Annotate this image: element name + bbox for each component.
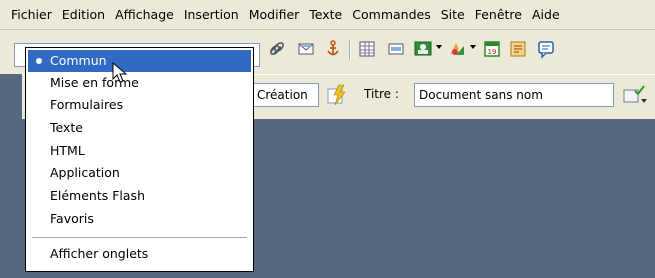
selected-bullet-icon bbox=[36, 58, 42, 64]
email-link-icon[interactable] bbox=[296, 39, 316, 59]
dropdown-item-mise-en-forme[interactable]: Mise en forme bbox=[28, 72, 251, 94]
toolbar-separator bbox=[349, 40, 351, 60]
workspace-left-strip bbox=[0, 74, 22, 278]
table-icon[interactable] bbox=[357, 39, 377, 59]
menu-commandes[interactable]: Commandes bbox=[347, 0, 435, 30]
menu-edition[interactable]: Edition bbox=[57, 0, 110, 30]
dropdown-item-afficher-onglets[interactable]: Afficher onglets bbox=[28, 243, 251, 265]
dropdown-item-texte[interactable]: Texte bbox=[28, 117, 251, 139]
menu-fenetre[interactable]: Fenêtre bbox=[470, 0, 527, 30]
image-dropdown-arrow[interactable] bbox=[436, 45, 442, 49]
mouse-pointer-icon bbox=[112, 62, 128, 83]
menu-insertion[interactable]: Insertion bbox=[179, 0, 244, 30]
dropdown-item-elements-flash[interactable]: Eléments Flash bbox=[28, 185, 251, 207]
refresh-design-icon[interactable] bbox=[325, 83, 349, 107]
dropdown-item-favoris[interactable]: Favoris bbox=[28, 208, 251, 230]
media-dropdown-arrow[interactable] bbox=[470, 45, 476, 49]
dropdown-item-formulaires[interactable]: Formulaires bbox=[28, 94, 251, 116]
date-icon[interactable]: 19 bbox=[482, 39, 502, 59]
menu-aide[interactable]: Aide bbox=[527, 0, 565, 30]
menu-site[interactable]: Site bbox=[436, 0, 470, 30]
media-icon[interactable] bbox=[447, 39, 467, 59]
menu-texte[interactable]: Texte bbox=[304, 0, 347, 30]
category-dropdown-list: Commun Mise en forme Formulaires Texte H… bbox=[25, 47, 254, 272]
design-view-button[interactable]: Création bbox=[251, 83, 319, 107]
document-title-input[interactable] bbox=[414, 83, 614, 107]
dropdown-item-commun[interactable]: Commun bbox=[28, 50, 251, 72]
hyperlink-icon[interactable] bbox=[267, 39, 287, 59]
comment-icon[interactable] bbox=[536, 39, 556, 59]
svg-text:19: 19 bbox=[488, 48, 497, 56]
dropdown-item-html[interactable]: HTML bbox=[28, 140, 251, 162]
menu-affichage[interactable]: Affichage bbox=[110, 0, 179, 30]
dropdown-item-application[interactable]: Application bbox=[28, 162, 251, 184]
image-icon[interactable] bbox=[413, 39, 433, 59]
layer-icon[interactable] bbox=[386, 39, 406, 59]
dropdown-separator bbox=[32, 237, 247, 238]
browser-check-icon[interactable] bbox=[622, 84, 648, 106]
named-anchor-icon[interactable] bbox=[323, 39, 343, 59]
title-label: Titre : bbox=[364, 87, 399, 101]
template-icon[interactable] bbox=[508, 39, 528, 59]
menu-bar: Fichier Edition Affichage Insertion Modi… bbox=[0, 0, 655, 30]
menu-modifier[interactable]: Modifier bbox=[244, 0, 305, 30]
menu-fichier[interactable]: Fichier bbox=[6, 0, 57, 30]
